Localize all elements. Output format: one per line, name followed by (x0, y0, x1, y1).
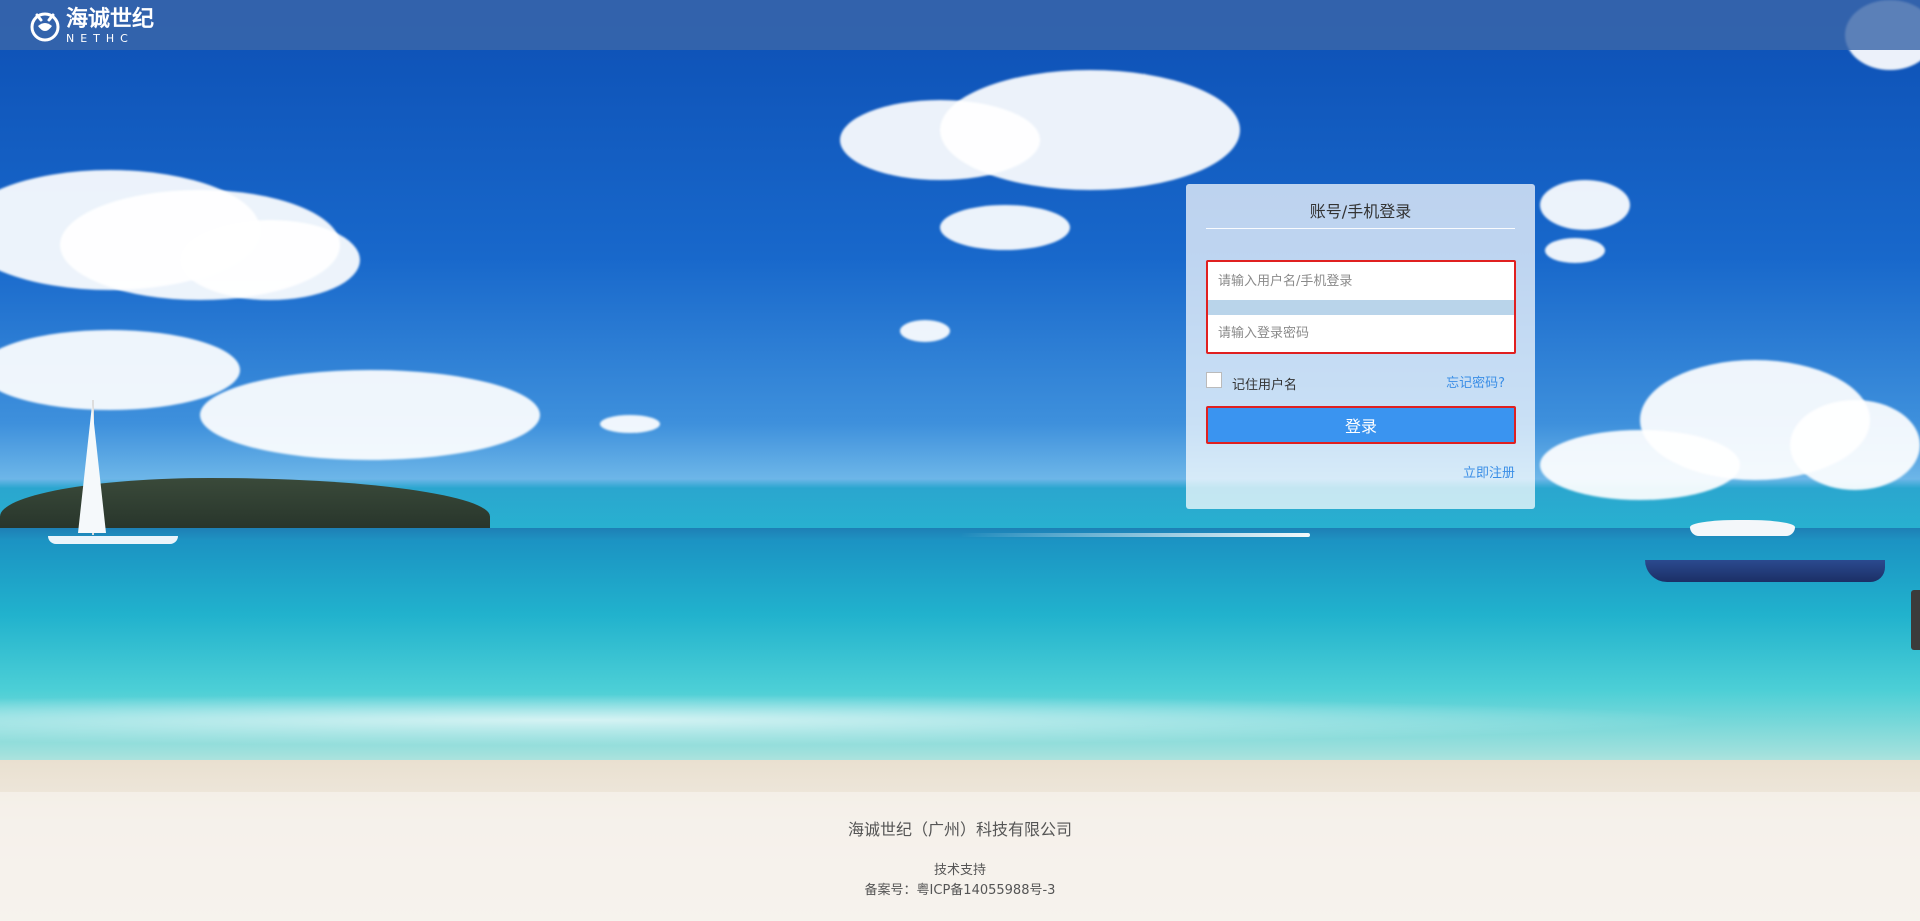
login-card: 账号/手机登录 记住用户名 忘记密码? 登录 立即注册 (1186, 184, 1535, 509)
logo-text: 海诚世纪 NETHC (66, 6, 155, 45)
tech-support: 技术支持 (933, 863, 986, 878)
remember-checkbox[interactable] (1206, 372, 1222, 388)
cloud (1540, 180, 1630, 230)
username-input[interactable] (1208, 263, 1514, 299)
credential-fields (1206, 260, 1516, 354)
icp-record[interactable]: 备案号：粤ICP备14055988号-3 (0, 879, 1920, 898)
field-separator (1208, 300, 1514, 315)
cloud (940, 70, 1240, 190)
sailboat-sail (78, 405, 106, 533)
side-handle[interactable] (1911, 590, 1920, 650)
password-input[interactable] (1208, 315, 1514, 351)
forgot-password-link[interactable]: 忘记密码? (1446, 372, 1505, 391)
company-name: 海诚世纪（广州）科技有限公司 (847, 820, 1072, 839)
cloud (600, 415, 660, 433)
title-divider (1206, 228, 1515, 229)
motorboat-roof (1690, 520, 1795, 536)
login-page: 海诚世纪 NETHC 账号/手机登录 记住用户名 忘记密码? 登录 立即注册 海… (0, 0, 1920, 921)
register-link[interactable]: 立即注册 (1463, 462, 1515, 481)
logo-english: NETHC (66, 31, 134, 45)
top-header: 海诚世纪 NETHC (0, 0, 1920, 50)
motorboat-hull (1645, 560, 1885, 582)
cloud (180, 220, 360, 300)
logo-chinese: 海诚世纪 (66, 6, 155, 32)
login-button[interactable]: 登录 (1206, 406, 1516, 444)
island (0, 478, 490, 532)
logo[interactable]: 海诚世纪 NETHC (28, 8, 154, 44)
login-title: 账号/手机登录 (1309, 202, 1412, 221)
cloud (1790, 400, 1920, 490)
cloud (900, 320, 950, 342)
sailboat-hull (48, 536, 178, 544)
boat-wake (960, 533, 1310, 537)
cloud (1545, 238, 1605, 263)
footer: 海诚世纪（广州）科技有限公司 技术支持 备案号：粤ICP备14055988号-3 (0, 792, 1920, 921)
remember-label[interactable]: 记住用户名 (1232, 374, 1297, 393)
cloud (940, 205, 1070, 250)
surf (0, 690, 1920, 750)
sea (0, 540, 1920, 790)
robot-head-icon (28, 9, 62, 43)
cloud (200, 370, 540, 460)
cloud (0, 330, 240, 410)
remember-row: 记住用户名 忘记密码? (1206, 372, 1515, 393)
